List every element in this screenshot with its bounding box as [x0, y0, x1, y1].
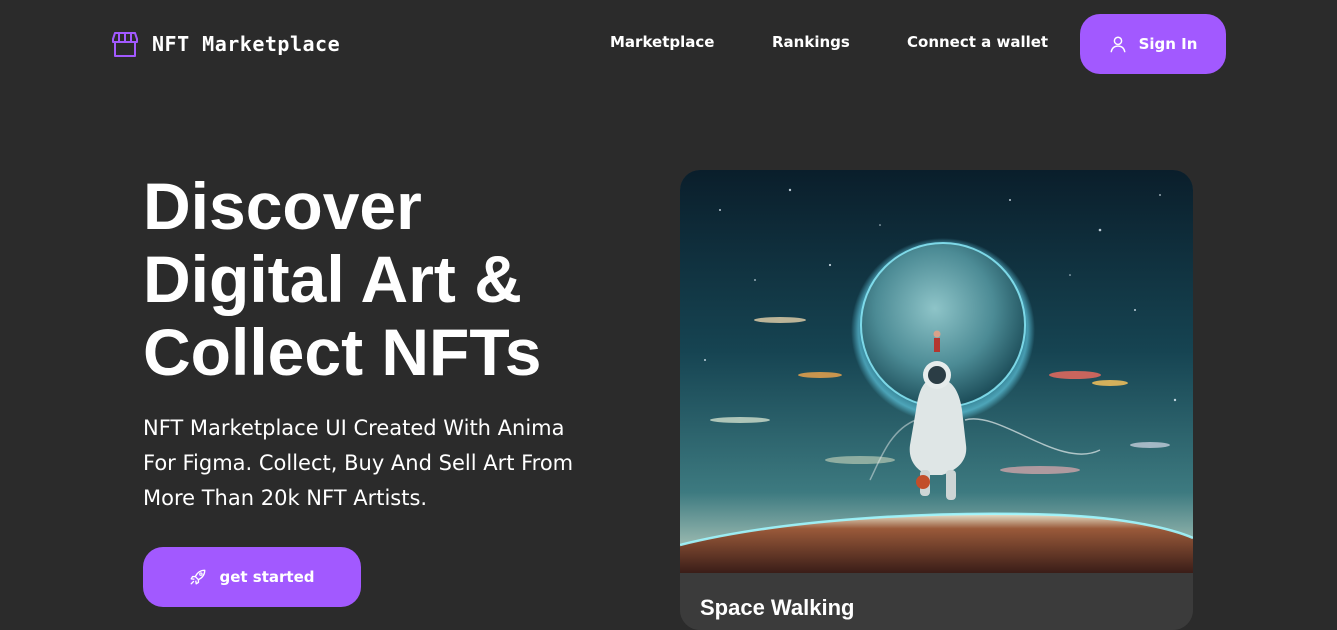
user-icon: [1110, 36, 1126, 53]
nav-link-marketplace[interactable]: Marketplace: [610, 33, 714, 51]
featured-nft-card[interactable]: Space Walking: [680, 170, 1193, 630]
site-header: NFT Marketplace Marketplace Rankings Con…: [0, 0, 1337, 90]
hero-subtitle-line: More Than 20k NFT Artists.: [143, 486, 428, 510]
hero-title-line: Collect NFTs: [143, 315, 542, 389]
hero-subtitle: NFT Marketplace UI Created With Anima Fo…: [143, 411, 613, 516]
hero-title: Discover Digital Art & Collect NFTs: [143, 170, 623, 389]
nav-link-rankings[interactable]: Rankings: [772, 33, 850, 51]
get-started-label: get started: [219, 568, 315, 586]
hero-subtitle-line: For Figma. Collect, Buy And Sell Art Fro…: [143, 451, 574, 475]
sign-in-button[interactable]: Sign In: [1080, 14, 1226, 74]
brand-logo[interactable]: NFT Marketplace: [112, 30, 340, 58]
featured-nft-info: Space Walking: [680, 573, 1193, 630]
sign-in-label: Sign In: [1138, 35, 1198, 53]
featured-nft-title: Space Walking: [700, 595, 855, 620]
get-started-button[interactable]: get started: [143, 547, 361, 607]
hero-title-line: Discover: [143, 169, 422, 243]
nav-link-connect-wallet[interactable]: Connect a wallet: [907, 33, 1048, 51]
rocket-icon: [191, 569, 206, 585]
hero-title-line: Digital Art &: [143, 242, 522, 316]
featured-nft-image: [680, 170, 1193, 573]
hero-subtitle-line: NFT Marketplace UI Created With Anima: [143, 416, 565, 440]
brand-name: NFT Marketplace: [152, 32, 341, 56]
storefront-icon: [112, 32, 138, 57]
